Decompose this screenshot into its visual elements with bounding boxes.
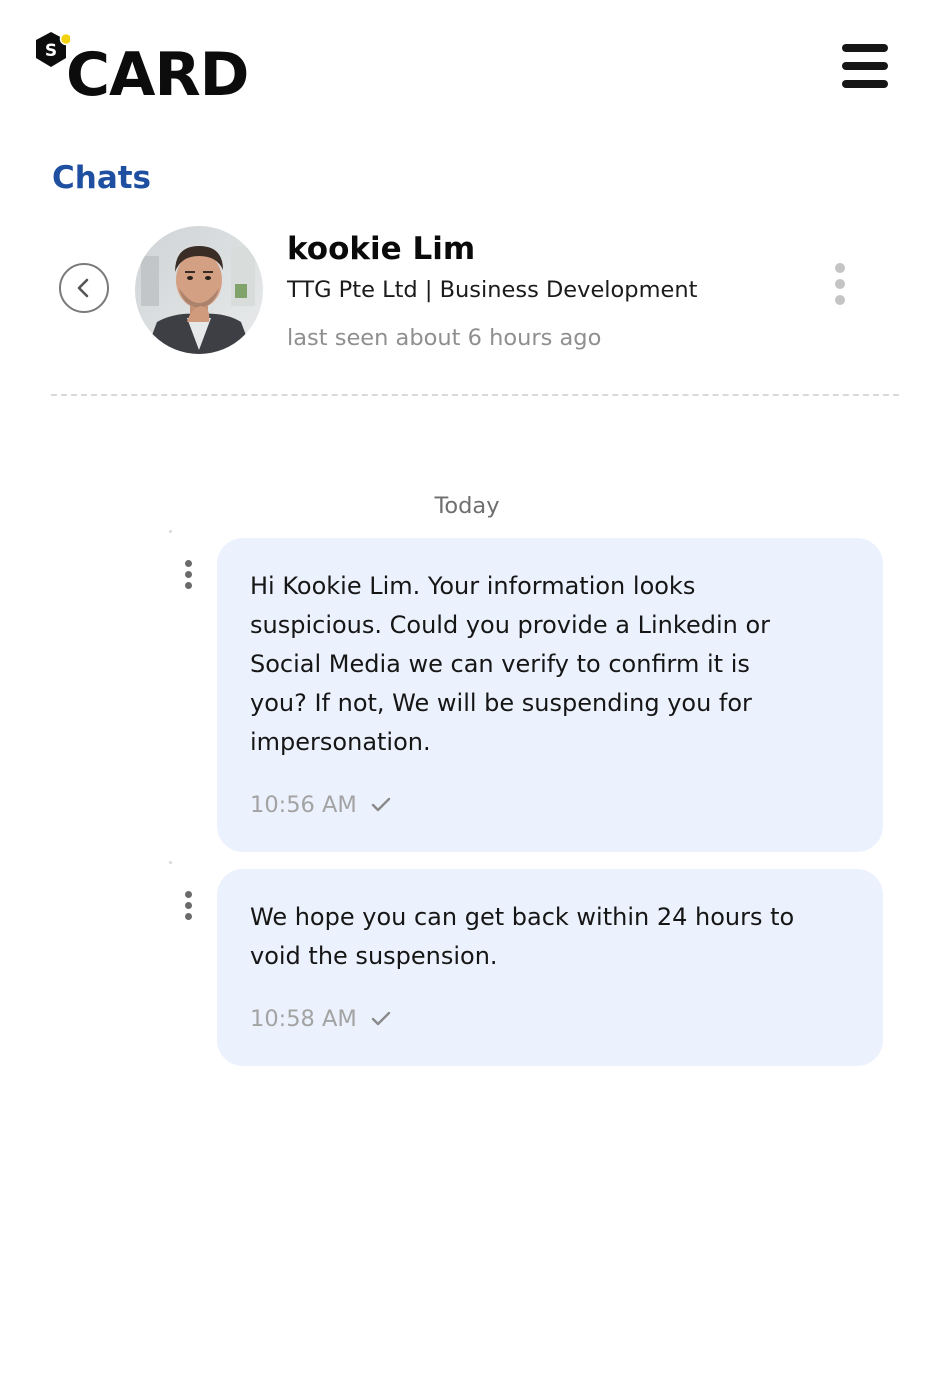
avatar-photo: [135, 226, 263, 354]
message-marker: [169, 861, 172, 864]
chevron-left-icon: [77, 278, 89, 298]
back-button[interactable]: [59, 263, 109, 313]
message-time: 10:58 AM: [250, 1006, 357, 1032]
contact-name: kookie Lim: [287, 231, 476, 267]
message-options-button[interactable]: [179, 558, 199, 592]
page-title: Chats: [52, 160, 152, 196]
more-vertical-dot: [835, 295, 845, 305]
contact-company: TTG Pte Ltd | Business Development: [287, 277, 698, 303]
logo-hexagon-icon: S: [36, 32, 70, 67]
logo-badge-letter: S: [45, 41, 57, 61]
chat-options-button[interactable]: [828, 260, 852, 310]
app-logo[interactable]: S CARD: [34, 30, 274, 110]
contact-avatar[interactable]: [135, 226, 263, 354]
more-vertical-icon: [185, 891, 192, 898]
message-text: We hope you can get back within 24 hours…: [250, 903, 795, 970]
message-meta: 10:58 AM: [250, 1002, 391, 1036]
check-icon: [372, 797, 391, 812]
message-time: 10:56 AM: [250, 792, 357, 818]
more-vertical-dot: [185, 913, 192, 920]
header-divider: [51, 394, 899, 396]
more-vertical-dot: [185, 902, 192, 909]
message-options-button[interactable]: [179, 889, 199, 923]
logo-wordmark: CARD: [66, 40, 249, 110]
hamburger-menu-bar: [842, 80, 888, 88]
check-icon: [372, 1011, 391, 1026]
hamburger-menu-icon: [842, 44, 888, 52]
message-meta: 10:56 AM: [250, 788, 391, 822]
message-bubble[interactable]: Hi Kookie Lim. Your information looks su…: [217, 538, 883, 852]
hamburger-menu-bar: [842, 62, 888, 70]
more-vertical-dot: [835, 279, 845, 289]
message-bubble[interactable]: We hope you can get back within 24 hours…: [217, 869, 883, 1066]
more-vertical-dot: [185, 582, 192, 589]
more-vertical-icon: [185, 560, 192, 567]
more-vertical-icon: [835, 263, 845, 273]
date-separator: Today: [434, 493, 500, 519]
hamburger-menu-button[interactable]: [840, 42, 890, 90]
message-marker: [169, 530, 172, 533]
more-vertical-dot: [185, 571, 192, 578]
message-text: Hi Kookie Lim. Your information looks su…: [250, 572, 770, 756]
contact-last-seen: last seen about 6 hours ago: [287, 325, 602, 351]
